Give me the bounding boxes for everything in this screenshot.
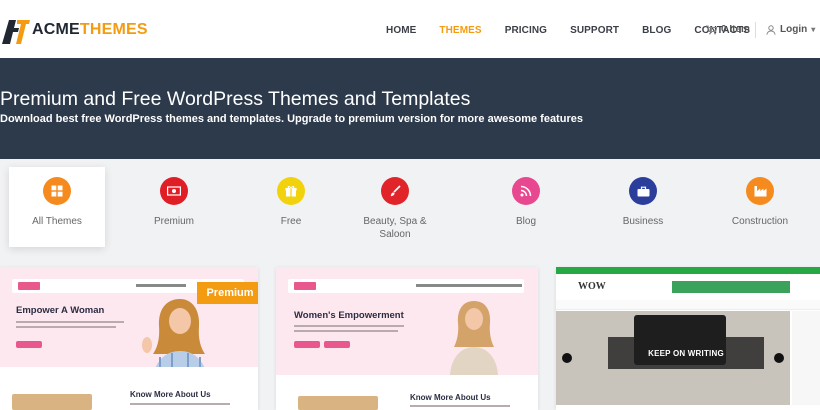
preview-ad-banner <box>672 281 790 293</box>
chevron-down-icon: ▾ <box>811 25 816 34</box>
category-business[interactable]: Business <box>595 167 691 247</box>
logo-mark-icon <box>2 20 30 44</box>
logo-text-acme: ACME <box>32 21 80 38</box>
nav-themes[interactable]: THEMES <box>439 25 481 36</box>
slider-caption-text: KEEP ON WRITING <box>648 349 724 358</box>
preview-logo: WOW <box>578 281 606 292</box>
category-free[interactable]: Free <box>243 167 339 247</box>
nav-home[interactable]: HOME <box>386 25 416 36</box>
category-construction[interactable]: Construction <box>712 167 808 247</box>
category-label: Construction <box>731 216 789 227</box>
nav-pricing[interactable]: PRICING <box>505 25 547 36</box>
preview-topbar <box>556 267 820 274</box>
logo-text-themes: THEMES <box>79 21 148 38</box>
hero-subtitle: Download best free WordPress themes and … <box>0 113 583 125</box>
preview-sidebar <box>792 311 820 405</box>
login-label: Login <box>780 24 808 35</box>
preview-heading: Empower A Woman <box>16 305 105 316</box>
rss-icon <box>512 177 540 205</box>
hero-title: Premium and Free WordPress Themes and Te… <box>0 88 471 110</box>
woman-illustration <box>450 301 498 375</box>
theme-card[interactable]: Empower A Woman Know More About Us Premi… <box>0 267 258 410</box>
login-button[interactable]: Login ▾ <box>766 24 815 35</box>
theme-card[interactable]: Women's Empowerment Know More About Us <box>276 267 538 410</box>
theme-card[interactable]: WOW KEEP ON WRITING <box>556 267 820 410</box>
category-label: All Themes <box>32 216 82 227</box>
preview-slider: KEEP ON WRITING <box>556 311 790 405</box>
category-label: Blog <box>515 216 536 227</box>
category-premium[interactable]: Premium <box>126 167 222 247</box>
premium-badge: Premium <box>197 282 258 304</box>
user-icon <box>766 24 776 35</box>
header-divider <box>755 22 756 38</box>
category-filter: All Themes Premium Free Beauty, Spa & Sa… <box>0 159 820 259</box>
category-label: Business <box>622 216 664 227</box>
grid-icon <box>43 177 71 205</box>
category-all-themes[interactable]: All Themes <box>9 167 105 247</box>
preview-know-more: Know More About Us <box>410 393 491 402</box>
category-label: Free <box>280 216 302 227</box>
preview-heading: Women's Empowerment <box>294 310 404 321</box>
preview-navbar <box>288 279 524 293</box>
category-label: Premium <box>153 216 194 227</box>
cart-label: 0 Item <box>721 24 750 35</box>
nav-support[interactable]: SUPPORT <box>570 25 619 36</box>
site-header: ACMETHEMES HOME THEMES PRICING SUPPORT B… <box>0 0 820 58</box>
hero-banner: Premium and Free WordPress Themes and Te… <box>0 58 820 159</box>
logo[interactable]: ACMETHEMES <box>2 16 148 44</box>
chevron-right-icon[interactable] <box>774 353 784 363</box>
brush-icon <box>381 177 409 205</box>
cart-button[interactable]: 0 Item <box>706 24 750 35</box>
category-blog[interactable]: Blog <box>478 167 574 247</box>
logo-text: ACMETHEMES <box>32 21 148 39</box>
money-icon <box>160 177 188 205</box>
nav-blog[interactable]: BLOG <box>642 25 671 36</box>
briefcase-icon <box>629 177 657 205</box>
factory-icon <box>746 177 774 205</box>
category-beauty-spa-saloon[interactable]: Beauty, Spa & Saloon <box>347 167 443 247</box>
theme-preview: Women's Empowerment Know More About Us <box>276 267 538 410</box>
preview-know-more: Know More About Us <box>130 390 211 399</box>
gift-icon <box>277 177 305 205</box>
slider-caption: KEEP ON WRITING <box>608 337 764 369</box>
preview-navbar <box>556 300 820 310</box>
category-label: Beauty, Spa & Saloon <box>363 216 427 240</box>
chevron-left-icon[interactable] <box>562 353 572 363</box>
cart-icon <box>706 24 717 34</box>
